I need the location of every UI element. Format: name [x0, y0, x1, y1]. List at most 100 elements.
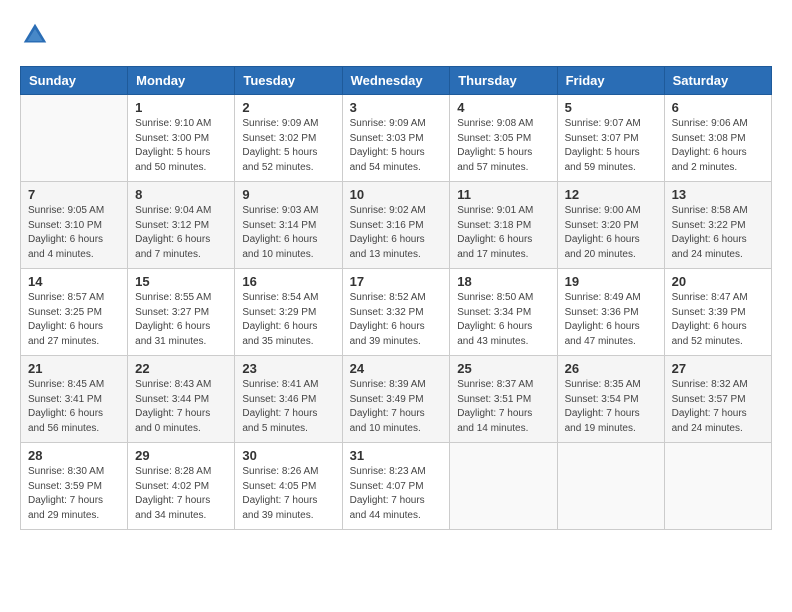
calendar-cell: 7Sunrise: 9:05 AM Sunset: 3:10 PM Daylig…: [21, 182, 128, 269]
day-number: 10: [350, 187, 443, 202]
day-info: Sunrise: 9:07 AM Sunset: 3:07 PM Dayligh…: [565, 117, 657, 175]
logo: [20, 20, 54, 50]
calendar-cell: 8Sunrise: 9:04 AM Sunset: 3:12 PM Daylig…: [128, 182, 235, 269]
calendar-cell: 28 Sunrise: 8:30 AM Sunset: 3:59 PM Dayli…: [21, 443, 128, 530]
day-info: Sunrise: 8:47 AM Sunset: 3:39 PM Dayligh…: [672, 291, 764, 349]
day-info: Sunrise: 8:39 AM Sunset: 3:49 PM Dayligh…: [350, 378, 443, 436]
day-info: Sunrise: 9:02 AM Sunset: 3:16 PM Dayligh…: [350, 204, 443, 262]
day-info: Sunrise: 9:06 AM Sunset: 3:08 PM Dayligh…: [672, 117, 764, 175]
week-row-4: 21 Sunrise: 8:45 AM Sunset: 3:41 PM Dayli…: [21, 356, 772, 443]
day-number: 8: [135, 187, 227, 202]
day-info: Sunrise: 8:37 AM Sunset: 3:51 PM Dayligh…: [457, 378, 549, 436]
calendar-cell: 21 Sunrise: 8:45 AM Sunset: 3:41 PM Dayli…: [21, 356, 128, 443]
calendar-cell: 17 Sunrise: 8:52 AM Sunset: 3:32 PM Dayli…: [342, 269, 450, 356]
day-info: Sunrise: 8:23 AM Sunset: 4:07 PM Dayligh…: [350, 465, 443, 523]
day-info: Sunrise: 9:09 AM Sunset: 3:02 PM Dayligh…: [242, 117, 334, 175]
day-number: 6: [672, 100, 764, 115]
calendar-cell: 10 Sunrise: 9:02 AM Sunset: 3:16 PM Dayli…: [342, 182, 450, 269]
day-info: Sunrise: 9:01 AM Sunset: 3:18 PM Dayligh…: [457, 204, 549, 262]
calendar-table: SundayMondayTuesdayWednesdayThursdayFrid…: [20, 66, 772, 530]
day-number: 7: [28, 187, 120, 202]
calendar-cell: 25 Sunrise: 8:37 AM Sunset: 3:51 PM Dayli…: [450, 356, 557, 443]
calendar-cell: 22Sunrise: 8:43 AM Sunset: 3:44 PM Dayli…: [128, 356, 235, 443]
calendar-cell: 29 Sunrise: 8:28 AM Sunset: 4:02 PM Dayli…: [128, 443, 235, 530]
week-row-1: 1 Sunrise: 9:10 AM Sunset: 3:00 PM Daylig…: [21, 95, 772, 182]
day-number: 27: [672, 361, 764, 376]
calendar-cell: [557, 443, 664, 530]
weekday-header-saturday: Saturday: [664, 67, 771, 95]
day-info: Sunrise: 8:26 AM Sunset: 4:05 PM Dayligh…: [242, 465, 334, 523]
week-row-5: 28 Sunrise: 8:30 AM Sunset: 3:59 PM Dayli…: [21, 443, 772, 530]
day-number: 16: [242, 274, 334, 289]
day-number: 30: [242, 448, 334, 463]
calendar-cell: 19 Sunrise: 8:49 AM Sunset: 3:36 PM Dayli…: [557, 269, 664, 356]
day-info: Sunrise: 8:35 AM Sunset: 3:54 PM Dayligh…: [565, 378, 657, 436]
day-number: 21: [28, 361, 120, 376]
calendar-cell: 31 Sunrise: 8:23 AM Sunset: 4:07 PM Dayli…: [342, 443, 450, 530]
day-number: 14: [28, 274, 120, 289]
day-number: 11: [457, 187, 549, 202]
day-info: Sunrise: 9:00 AM Sunset: 3:20 PM Dayligh…: [565, 204, 657, 262]
day-number: 15: [135, 274, 227, 289]
day-number: 17: [350, 274, 443, 289]
day-number: 9: [242, 187, 334, 202]
calendar-cell: 16 Sunrise: 8:54 AM Sunset: 3:29 PM Dayli…: [235, 269, 342, 356]
day-number: 25: [457, 361, 549, 376]
day-number: 23: [242, 361, 334, 376]
day-number: 1: [135, 100, 227, 115]
day-number: 28: [28, 448, 120, 463]
day-number: 22: [135, 361, 227, 376]
weekday-header-thursday: Thursday: [450, 67, 557, 95]
day-number: 12: [565, 187, 657, 202]
day-number: 13: [672, 187, 764, 202]
calendar-cell: 14 Sunrise: 8:57 AM Sunset: 3:25 PM Dayli…: [21, 269, 128, 356]
day-number: 24: [350, 361, 443, 376]
day-info: Sunrise: 8:32 AM Sunset: 3:57 PM Dayligh…: [672, 378, 764, 436]
day-info: Sunrise: 8:52 AM Sunset: 3:32 PM Dayligh…: [350, 291, 443, 349]
calendar-cell: 2 Sunrise: 9:09 AM Sunset: 3:02 PM Daylig…: [235, 95, 342, 182]
calendar-cell: 11 Sunrise: 9:01 AM Sunset: 3:18 PM Dayli…: [450, 182, 557, 269]
day-info: Sunrise: 9:03 AM Sunset: 3:14 PM Dayligh…: [242, 204, 334, 262]
logo-icon: [20, 20, 50, 50]
weekday-header-row: SundayMondayTuesdayWednesdayThursdayFrid…: [21, 67, 772, 95]
calendar-cell: 6 Sunrise: 9:06 AM Sunset: 3:08 PM Daylig…: [664, 95, 771, 182]
day-info: Sunrise: 8:41 AM Sunset: 3:46 PM Dayligh…: [242, 378, 334, 436]
day-number: 18: [457, 274, 549, 289]
day-number: 19: [565, 274, 657, 289]
day-info: Sunrise: 8:45 AM Sunset: 3:41 PM Dayligh…: [28, 378, 120, 436]
day-number: 3: [350, 100, 443, 115]
day-info: Sunrise: 8:49 AM Sunset: 3:36 PM Dayligh…: [565, 291, 657, 349]
day-info: Sunrise: 8:54 AM Sunset: 3:29 PM Dayligh…: [242, 291, 334, 349]
day-info: Sunrise: 8:55 AM Sunset: 3:27 PM Dayligh…: [135, 291, 227, 349]
weekday-header-friday: Friday: [557, 67, 664, 95]
weekday-header-monday: Monday: [128, 67, 235, 95]
week-row-2: 7Sunrise: 9:05 AM Sunset: 3:10 PM Daylig…: [21, 182, 772, 269]
day-number: 31: [350, 448, 443, 463]
day-number: 4: [457, 100, 549, 115]
weekday-header-sunday: Sunday: [21, 67, 128, 95]
calendar-cell: 4 Sunrise: 9:08 AM Sunset: 3:05 PM Daylig…: [450, 95, 557, 182]
week-row-3: 14 Sunrise: 8:57 AM Sunset: 3:25 PM Dayli…: [21, 269, 772, 356]
calendar-page: SundayMondayTuesdayWednesdayThursdayFrid…: [0, 0, 792, 540]
calendar-cell: 18 Sunrise: 8:50 AM Sunset: 3:34 PM Dayli…: [450, 269, 557, 356]
calendar-cell: 5 Sunrise: 9:07 AM Sunset: 3:07 PM Daylig…: [557, 95, 664, 182]
calendar-cell: 20 Sunrise: 8:47 AM Sunset: 3:39 PM Dayli…: [664, 269, 771, 356]
calendar-cell: [450, 443, 557, 530]
day-info: Sunrise: 8:50 AM Sunset: 3:34 PM Dayligh…: [457, 291, 549, 349]
calendar-cell: 23 Sunrise: 8:41 AM Sunset: 3:46 PM Dayli…: [235, 356, 342, 443]
day-number: 20: [672, 274, 764, 289]
calendar-cell: 12 Sunrise: 9:00 AM Sunset: 3:20 PM Dayli…: [557, 182, 664, 269]
day-number: 5: [565, 100, 657, 115]
day-info: Sunrise: 9:09 AM Sunset: 3:03 PM Dayligh…: [350, 117, 443, 175]
calendar-cell: [664, 443, 771, 530]
day-info: Sunrise: 8:57 AM Sunset: 3:25 PM Dayligh…: [28, 291, 120, 349]
day-info: Sunrise: 9:10 AM Sunset: 3:00 PM Dayligh…: [135, 117, 227, 175]
day-info: Sunrise: 8:28 AM Sunset: 4:02 PM Dayligh…: [135, 465, 227, 523]
day-number: 29: [135, 448, 227, 463]
calendar-cell: 15 Sunrise: 8:55 AM Sunset: 3:27 PM Dayli…: [128, 269, 235, 356]
day-number: 2: [242, 100, 334, 115]
header: [20, 20, 772, 50]
day-info: Sunrise: 8:30 AM Sunset: 3:59 PM Dayligh…: [28, 465, 120, 523]
calendar-cell: 3 Sunrise: 9:09 AM Sunset: 3:03 PM Daylig…: [342, 95, 450, 182]
day-info: Sunrise: 9:08 AM Sunset: 3:05 PM Dayligh…: [457, 117, 549, 175]
